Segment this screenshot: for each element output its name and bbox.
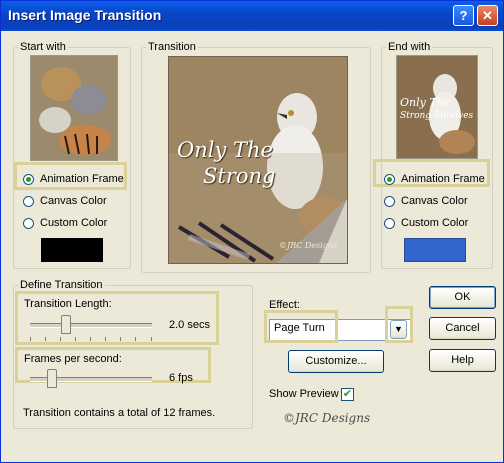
- cancel-button-label: Cancel: [445, 322, 480, 334]
- show-preview-label: Show Preview: [269, 388, 339, 400]
- radio-icon: [23, 195, 34, 207]
- watermark: ©JRC Designs: [283, 411, 371, 425]
- transition-length-value: 2.0 secs: [169, 319, 210, 331]
- start-radio-label: Canvas Color: [40, 195, 107, 207]
- fps-value: 6 fps: [169, 372, 193, 384]
- preview-text-line2: Strong: [203, 164, 276, 188]
- end-frame-thumbnail: Only The Strong Survives: [396, 55, 478, 159]
- close-title-button[interactable]: ✕: [477, 5, 498, 26]
- start-radio-label: Animation Frame: [40, 173, 124, 185]
- transition-legend: Transition: [148, 41, 196, 53]
- ok-button-label: OK: [454, 291, 471, 303]
- help-button[interactable]: Help: [429, 349, 496, 372]
- transition-length-ticks: [30, 337, 152, 341]
- transition-length-slider-thumb[interactable]: [61, 315, 72, 334]
- transition-length-track[interactable]: [30, 323, 152, 328]
- chevron-down-icon: ▼: [394, 324, 403, 334]
- help-button-label: Help: [451, 354, 474, 366]
- start-radio-label: Custom Color: [40, 217, 108, 229]
- customize-button[interactable]: Customize...: [288, 350, 384, 373]
- effect-value: Page Turn: [274, 322, 325, 334]
- fps-label: Frames per second:: [24, 353, 122, 365]
- radio-icon: [23, 217, 34, 229]
- radio-icon: [384, 217, 395, 229]
- show-preview-checkbox[interactable]: ✔: [341, 388, 354, 401]
- end-radio-canvas-color[interactable]: Canvas Color: [384, 193, 468, 209]
- start-radio-animation-frame[interactable]: Animation Frame: [23, 171, 124, 187]
- transition-summary: Transition contains a total of 12 frames…: [23, 407, 216, 419]
- start-with-legend: Start with: [20, 41, 66, 53]
- transition-preview: Only The Strong ©JRC Designs: [168, 56, 348, 264]
- fps-slider-thumb[interactable]: [46, 369, 57, 388]
- dialog-window: Insert Image Transition ? ✕ Start with A…: [0, 0, 504, 463]
- end-radio-label: Canvas Color: [401, 195, 468, 207]
- cancel-button[interactable]: Cancel: [429, 317, 496, 340]
- check-icon: ✔: [342, 388, 353, 400]
- end-preview-text-line1: Only The: [400, 96, 451, 109]
- preview-signature: ©JRC Designs: [279, 241, 338, 250]
- preview-text-line1: Only The: [177, 138, 273, 162]
- transition-length-label: Transition Length:: [24, 298, 112, 310]
- radio-selected-icon: [23, 173, 34, 185]
- end-radio-custom-color[interactable]: Custom Color: [384, 215, 468, 231]
- end-radio-animation-frame[interactable]: Animation Frame: [384, 171, 485, 187]
- start-frame-image: [31, 56, 117, 160]
- ok-button[interactable]: OK: [429, 286, 496, 309]
- end-preview-text-line2: Strong Survives: [400, 111, 474, 121]
- help-title-button[interactable]: ?: [453, 5, 474, 26]
- start-radio-canvas-color[interactable]: Canvas Color: [23, 193, 107, 209]
- radio-selected-icon: [384, 173, 395, 185]
- close-icon: ✕: [482, 8, 493, 23]
- customize-button-label: Customize...: [305, 355, 367, 367]
- start-radio-custom-color[interactable]: Custom Color: [23, 215, 107, 231]
- radio-icon: [384, 195, 395, 207]
- define-transition-legend: Define Transition: [20, 279, 103, 291]
- end-with-legend: End with: [388, 41, 431, 53]
- effect-dropdown-arrow[interactable]: ▼: [390, 320, 407, 339]
- end-custom-color-swatch[interactable]: [404, 238, 466, 262]
- end-radio-label: Animation Frame: [401, 173, 485, 185]
- start-frame-thumbnail: [30, 55, 118, 161]
- title-bar[interactable]: Insert Image Transition ? ✕: [1, 1, 503, 31]
- start-custom-color-swatch[interactable]: [41, 238, 103, 262]
- help-icon: ?: [459, 8, 468, 23]
- window-title: Insert Image Transition: [8, 7, 162, 23]
- end-radio-label: Custom Color: [401, 217, 469, 229]
